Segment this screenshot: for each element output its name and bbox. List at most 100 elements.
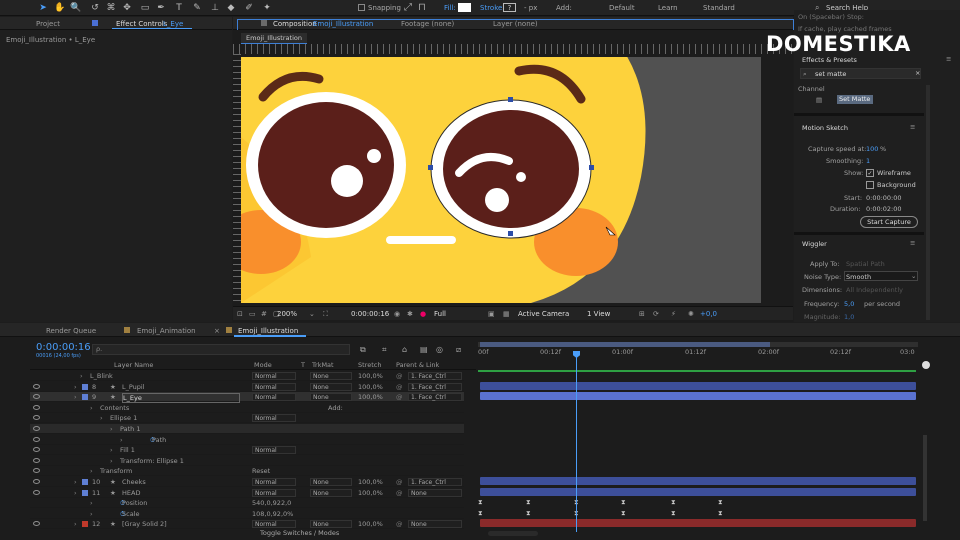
- chevron-right-icon[interactable]: ›: [90, 499, 93, 507]
- workspace-standard[interactable]: Standard: [703, 4, 735, 12]
- layer-row[interactable]: › Fill 1 Normal: [30, 445, 464, 456]
- keyframe-icon[interactable]: ⧗: [478, 509, 483, 518]
- zoom-tool-icon[interactable]: 🔍: [70, 3, 81, 13]
- chevron-right-icon[interactable]: ›: [120, 436, 123, 444]
- pickwhip-icon[interactable]: @: [396, 372, 403, 380]
- start-capture-button[interactable]: Start Capture: [860, 216, 918, 228]
- workspace-learn[interactable]: Learn: [658, 4, 678, 12]
- mode-dropdown[interactable]: Normal: [252, 520, 296, 529]
- tab-render-queue[interactable]: Render Queue: [46, 327, 96, 335]
- wiggler-menu-icon[interactable]: ≡: [910, 239, 915, 247]
- layer-row[interactable]: 11 ★ HEAD › Normal None 100,0% @ None: [30, 488, 464, 498]
- trkmat-dropdown[interactable]: None: [310, 382, 352, 391]
- set-matte-item[interactable]: Set Matte: [837, 95, 873, 104]
- layer-name[interactable]: L_Pupil: [122, 383, 145, 391]
- parent-dropdown[interactable]: 1. Face_Ctrl: [408, 382, 462, 391]
- puppet-tool-icon[interactable]: ✦: [262, 3, 272, 13]
- keyframe-icon[interactable]: ⧗: [718, 509, 723, 518]
- chevron-right-icon[interactable]: ›: [74, 520, 77, 528]
- trkmat-dropdown[interactable]: None: [310, 372, 352, 380]
- keyframe-icon[interactable]: ⧗: [478, 498, 483, 507]
- visibility-eye-icon[interactable]: [33, 479, 40, 484]
- pickwhip-icon[interactable]: @: [396, 489, 403, 497]
- visibility-eye-icon[interactable]: [33, 468, 40, 474]
- keyframe-icon[interactable]: ⧗: [526, 509, 531, 518]
- wireframe-checkbox[interactable]: ✓: [866, 169, 874, 177]
- clear-search-icon[interactable]: ×: [915, 69, 920, 77]
- visibility-eye-icon[interactable]: [33, 415, 40, 421]
- layer-row[interactable]: 9 ★ L_Eye › Normal None 100,0% @1. Face_Ctrl: [30, 392, 464, 404]
- layer-row[interactable]: › ⏱ Position 540,0,922,0: [30, 498, 464, 509]
- stretch-value[interactable]: 100,0%: [358, 383, 383, 391]
- comp-timecode[interactable]: 0:00:00:16: [351, 310, 389, 318]
- right-panel-scrollbar[interactable]: [926, 85, 930, 320]
- dimensions-dropdown[interactable]: All Independently: [846, 286, 903, 294]
- chevron-right-icon[interactable]: ›: [110, 425, 113, 433]
- camera-dropdown[interactable]: Active Camera: [518, 310, 569, 318]
- path-vertex-top[interactable]: [508, 97, 513, 102]
- mode-dropdown[interactable]: Normal: [252, 478, 296, 486]
- comp-lock-icon[interactable]: [261, 20, 267, 26]
- tab-footage[interactable]: Footage (none): [401, 20, 454, 28]
- property-name[interactable]: Fill 1: [120, 446, 135, 454]
- layer-row[interactable]: › Path 1: [30, 424, 464, 434]
- snapping-checkbox[interactable]: [358, 4, 365, 11]
- hand-tool-icon[interactable]: ✋: [54, 3, 65, 13]
- layer-name[interactable]: Cheeks: [122, 478, 146, 486]
- show-snapshot-icon[interactable]: ✱: [407, 310, 413, 318]
- tab-layer[interactable]: Layer (none): [493, 20, 538, 28]
- header-mode[interactable]: Mode: [254, 361, 272, 369]
- toggle-switches-modes[interactable]: Toggle Switches / Modes: [260, 529, 339, 537]
- layer-duration-bar[interactable]: [480, 392, 916, 401]
- chevron-right-icon[interactable]: ›: [80, 372, 83, 380]
- layer-row[interactable]: 10 ★ Cheeks › Normal None 100,0% @1. Face_Ctrl: [30, 477, 464, 487]
- chevron-right-icon[interactable]: ›: [110, 446, 113, 454]
- smoothing-value[interactable]: 1: [866, 157, 870, 165]
- keyframe-icon[interactable]: ⧗: [621, 509, 626, 518]
- capture-speed-value[interactable]: 100: [866, 145, 878, 153]
- keyframe-icon[interactable]: ⧗: [671, 498, 676, 507]
- visibility-eye-icon[interactable]: [33, 404, 40, 410]
- visibility-eye-icon[interactable]: [33, 426, 40, 431]
- fast-preview-icon[interactable]: ⚡: [671, 310, 676, 318]
- background-checkbox[interactable]: [866, 181, 874, 189]
- mode-dropdown[interactable]: Normal: [252, 446, 296, 455]
- chevron-right-icon[interactable]: ›: [110, 457, 113, 465]
- add-content-button[interactable]: Add:: [328, 404, 343, 412]
- tab-effect-controls[interactable]: Effect Controls: [116, 20, 167, 28]
- layer-row[interactable]: › Ellipse 1 Normal: [30, 413, 464, 424]
- tab-composition[interactable]: Composition: [273, 20, 317, 28]
- parent-dropdown[interactable]: None: [408, 520, 462, 529]
- fill-swatch[interactable]: [458, 3, 471, 12]
- path-vertex-left[interactable]: [428, 165, 433, 170]
- path-vertex-bottom[interactable]: [508, 231, 513, 236]
- header-parent[interactable]: Parent & Link: [396, 361, 439, 369]
- property-name[interactable]: Position: [122, 499, 147, 507]
- pickwhip-icon[interactable]: @: [396, 478, 403, 486]
- keyframe-icon[interactable]: ⧗: [671, 509, 676, 518]
- trkmat-dropdown[interactable]: None: [310, 520, 352, 529]
- layer-row[interactable]: › L_Blink Normal None 100,0% @1. Face_Ctrl: [30, 371, 464, 381]
- resolution-dropdown[interactable]: Full: [434, 310, 446, 318]
- header-layer-name[interactable]: Layer Name: [114, 361, 153, 369]
- mode-dropdown[interactable]: Normal: [252, 372, 296, 380]
- timeline-search-input[interactable]: ρ.: [92, 344, 350, 355]
- comp-viewer[interactable]: [241, 57, 761, 303]
- chevron-right-icon[interactable]: ›: [74, 393, 77, 401]
- header-stretch[interactable]: Stretch: [358, 361, 381, 369]
- clone-stamp-tool-icon[interactable]: ⊥: [210, 3, 220, 13]
- label-color-swatch[interactable]: [82, 479, 88, 485]
- parent-dropdown[interactable]: None: [408, 488, 462, 497]
- tab-emoji-animation[interactable]: Emoji_Animation: [137, 327, 196, 335]
- mode-dropdown[interactable]: Normal: [252, 393, 296, 402]
- chevron-right-icon[interactable]: ›: [90, 404, 93, 412]
- grid-icon[interactable]: #: [261, 310, 267, 318]
- header-trkmat[interactable]: TrkMat: [312, 361, 334, 369]
- parent-dropdown[interactable]: 1. Face_Ctrl: [408, 372, 462, 380]
- fill-label[interactable]: Fill:: [444, 4, 456, 12]
- reset-exposure-icon[interactable]: ⟳: [653, 310, 659, 318]
- timeline-nav-icon[interactable]: [922, 361, 930, 369]
- layer-row[interactable]: › ⏱ Scale 108,0,92,0%: [30, 509, 464, 519]
- stretch-value[interactable]: 100,0%: [358, 393, 383, 401]
- zoom-dropdown[interactable]: 200%: [277, 310, 297, 318]
